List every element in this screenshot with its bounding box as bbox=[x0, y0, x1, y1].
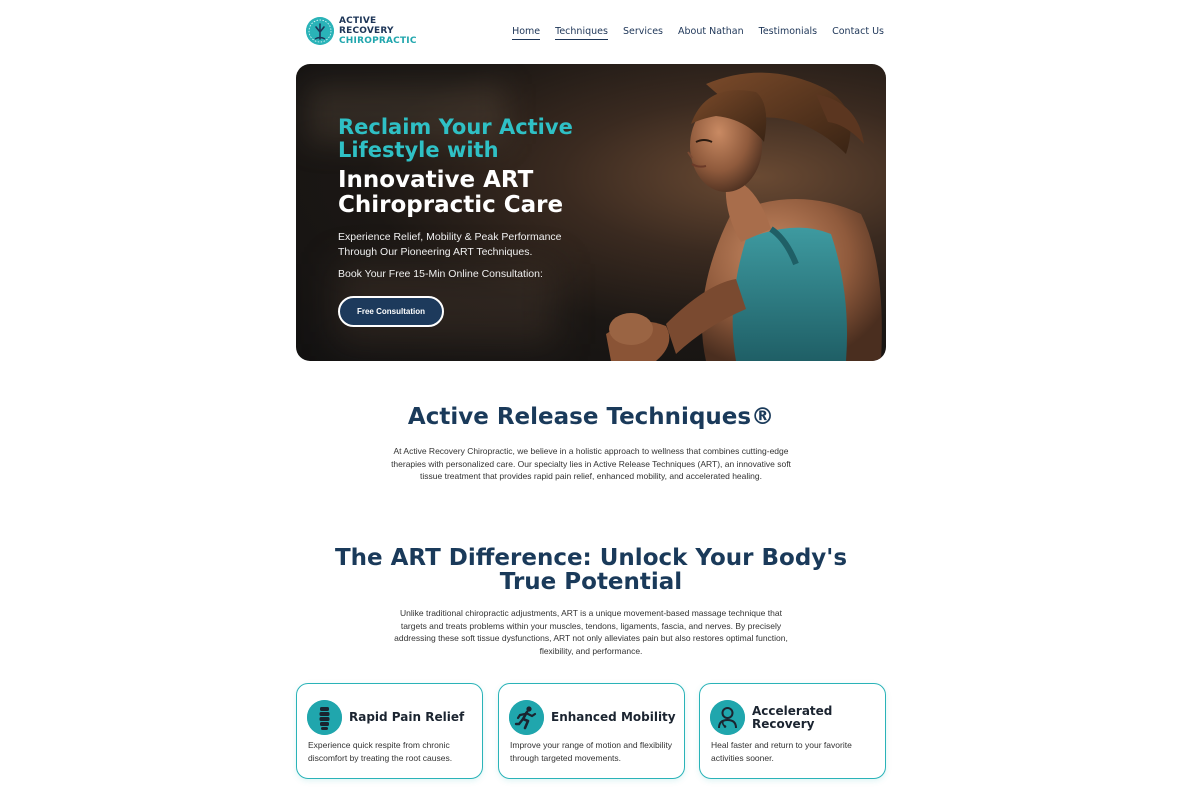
brand-logo[interactable]: ACTIVE RECOVERY CHIROPRACTIC bbox=[306, 16, 417, 46]
card-title: Enhanced Mobility bbox=[551, 710, 676, 724]
benefit-card-rapid-pain-relief: Rapid Pain Relief Experience quick respi… bbox=[296, 683, 483, 779]
hero-subtitle: Experience Relief, Mobility & Peak Perfo… bbox=[338, 231, 562, 258]
brand-line-2: RECOVERY bbox=[339, 26, 394, 36]
brand-line-3: CHIROPRACTIC bbox=[339, 36, 417, 46]
card-title: Accelerated Recovery bbox=[752, 704, 833, 731]
card-description: Heal faster and return to your favorite … bbox=[711, 740, 852, 763]
hero-heading-white: Innovative ART Chiropractic Care bbox=[338, 167, 564, 218]
card-description: Improve your range of motion and flexibi… bbox=[510, 740, 673, 763]
nav-contact-us[interactable]: Contact Us bbox=[832, 26, 884, 40]
card-title: Rapid Pain Relief bbox=[349, 710, 465, 724]
nav-services[interactable]: Services bbox=[623, 26, 663, 40]
art-section-title: Active Release Techniques® bbox=[407, 404, 775, 430]
brand-name: ACTIVE RECOVERY CHIROPRACTIC bbox=[339, 16, 417, 46]
doctor-icon bbox=[710, 700, 745, 735]
main-nav: Home Techniques Services About Nathan Te… bbox=[512, 26, 884, 40]
benefit-card-accelerated-recovery: Accelerated Recovery Heal faster and ret… bbox=[699, 683, 886, 779]
hero-book-text: Book Your Free 15-Min Online Consultatio… bbox=[338, 268, 543, 280]
nav-about-nathan[interactable]: About Nathan bbox=[678, 26, 744, 40]
runner-icon bbox=[509, 700, 544, 735]
nav-testimonials[interactable]: Testimonials bbox=[759, 26, 817, 40]
difference-section-body: Unlike traditional chiropractic adjustme… bbox=[394, 608, 788, 656]
hero-banner: Reclaim Your Active Lifestyle with Innov… bbox=[296, 64, 886, 361]
hero-content: Reclaim Your Active Lifestyle with Innov… bbox=[338, 116, 598, 327]
benefit-card-enhanced-mobility: Enhanced Mobility Improve your range of … bbox=[498, 683, 685, 779]
nav-techniques[interactable]: Techniques bbox=[555, 26, 608, 40]
brand-line-1: ACTIVE bbox=[339, 16, 377, 26]
free-consultation-button[interactable]: Free Consultation bbox=[338, 296, 444, 327]
tree-logo-icon bbox=[306, 17, 334, 45]
art-section-body: At Active Recovery Chiropractic, we beli… bbox=[391, 446, 791, 481]
hero-heading-teal: Reclaim Your Active Lifestyle with bbox=[338, 115, 573, 162]
nav-home[interactable]: Home bbox=[512, 26, 541, 40]
card-description: Experience quick respite from chronic di… bbox=[308, 740, 453, 763]
athlete-runner-image bbox=[606, 72, 882, 361]
site-header: ACTIVE RECOVERY CHIROPRACTIC Home Techni… bbox=[306, 14, 884, 50]
spine-icon bbox=[307, 700, 342, 735]
difference-section-title: The ART Difference: Unlock Your Body's T… bbox=[334, 545, 848, 595]
